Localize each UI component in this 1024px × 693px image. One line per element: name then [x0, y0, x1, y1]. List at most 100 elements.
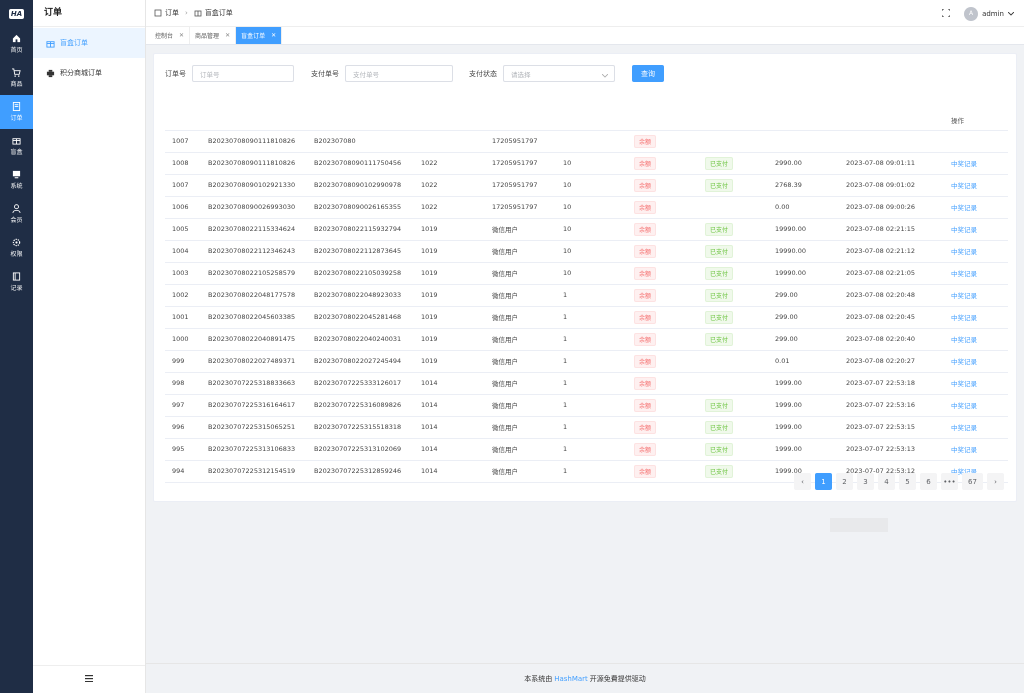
cell-text: 1999.00: [775, 379, 802, 387]
cell-id: 994: [165, 460, 208, 483]
cell-phone: 微信用户: [492, 284, 563, 307]
page-button[interactable]: 5: [899, 473, 916, 490]
rail-item[interactable]: 首页: [0, 27, 33, 61]
rail-item[interactable]: 记录: [0, 265, 33, 299]
cell-text: 10: [563, 159, 572, 167]
cell-text: 0.00: [775, 203, 790, 211]
next-page-button[interactable]: ›: [987, 473, 1004, 490]
chevron-down-icon[interactable]: [1007, 10, 1015, 18]
page-button[interactable]: 3: [857, 473, 874, 490]
submenu-item-points-orders[interactable]: 积分商城订单: [33, 58, 145, 88]
cell-text: B20230708022115334624: [208, 225, 296, 233]
close-icon[interactable]: ✕: [271, 32, 276, 39]
order-icon: [12, 102, 21, 111]
cell-action: [951, 130, 1008, 153]
cell-amount: 19990.00: [775, 262, 846, 285]
paid-status-tag: 已支付: [705, 398, 734, 412]
cell-text: B20230708022040240031: [314, 335, 402, 343]
cell-text: B20230707225315065251: [208, 423, 296, 431]
win-record-link[interactable]: 中奖记录: [951, 292, 977, 300]
win-record-link[interactable]: 中奖记录: [951, 358, 977, 366]
collapse-menu-button[interactable]: [33, 665, 145, 693]
fullscreen-icon[interactable]: [941, 8, 951, 19]
cell-status: 余额: [634, 196, 705, 219]
cell-qty: 1: [563, 460, 634, 483]
tab-product-management[interactable]: 商品管理 ✕: [190, 27, 237, 44]
page-ellipsis[interactable]: •••: [941, 473, 958, 490]
search-button[interactable]: 查询: [632, 65, 664, 82]
rail-item[interactable]: 订单: [0, 95, 33, 129]
win-record-link[interactable]: 中奖记录: [951, 336, 977, 344]
close-icon[interactable]: ✕: [179, 32, 184, 39]
paid-status-tag: 已支付: [705, 332, 734, 346]
cell-text: 19990.00: [775, 225, 807, 233]
win-record-link[interactable]: 中奖记录: [951, 270, 977, 278]
footer-brand-link[interactable]: HashMart: [554, 675, 588, 683]
breadcrumb-item-current: 盲盒订单: [204, 9, 233, 17]
cell-action: 中奖记录: [951, 240, 1008, 263]
cell-text: B202307080: [314, 137, 356, 145]
cell-text: 1999.00: [775, 401, 802, 409]
last-page-button[interactable]: 67: [962, 473, 983, 490]
prev-page-button[interactable]: ‹: [794, 473, 811, 490]
win-record-link[interactable]: 中奖记录: [951, 380, 977, 388]
tab-blindbox-orders[interactable]: 盲盒订单 ✕: [236, 27, 283, 44]
cell-pay-no: B20230708022040240031: [314, 328, 421, 351]
close-icon[interactable]: ✕: [225, 32, 230, 39]
cell-pay-no: B20230708022112873645: [314, 240, 421, 263]
win-record-link[interactable]: 中奖记录: [951, 314, 977, 322]
win-record-link[interactable]: 中奖记录: [951, 160, 977, 168]
tab-dashboard[interactable]: 控制台 ✕: [150, 27, 191, 44]
rail-item[interactable]: 系统: [0, 163, 33, 197]
cell-paid: 已支付: [705, 460, 775, 483]
cell-action: 中奖记录: [951, 262, 1008, 285]
cell-qty: 1: [563, 284, 634, 307]
cell-text: B20230708090026993030: [208, 203, 296, 211]
page-button[interactable]: 2: [836, 473, 853, 490]
tab-label: 盲盒订单: [241, 33, 266, 40]
pay-method-tag: 余额: [634, 134, 657, 148]
app-logo[interactable]: HA: [0, 0, 33, 27]
home-icon: [12, 34, 21, 43]
win-record-link[interactable]: 中奖记录: [951, 424, 977, 432]
pay-no-input[interactable]: 支付单号: [345, 65, 453, 82]
order-no-input[interactable]: 订单号: [192, 65, 294, 82]
submenu-item-blindbox-orders[interactable]: 盲盒订单: [33, 28, 145, 58]
cell-paid: [705, 372, 775, 395]
cell-uid: 1014: [421, 460, 492, 483]
cell-text: 1014: [421, 379, 438, 387]
placeholder-block: [830, 518, 888, 532]
gear-icon: [12, 238, 21, 247]
win-record-link[interactable]: 中奖记录: [951, 446, 977, 454]
cell-text: 10: [563, 225, 572, 233]
win-record-link[interactable]: 中奖记录: [951, 402, 977, 410]
table-row: 996 B20230707225315065251 B202307072253155…: [165, 416, 1008, 439]
win-record-link[interactable]: 中奖记录: [951, 226, 977, 234]
cell-text: 1: [563, 467, 568, 475]
rail-item[interactable]: 会员: [0, 197, 33, 231]
book-icon: [12, 272, 21, 281]
page-button[interactable]: 4: [878, 473, 895, 490]
cell-pay-no: B20230708090102990978: [314, 174, 421, 197]
breadcrumb-item[interactable]: 订单: [165, 8, 179, 18]
cell-order-no: B20230707225313106833: [208, 438, 314, 461]
rail-item[interactable]: 盲盒: [0, 129, 33, 163]
cell-text: 999: [172, 357, 185, 365]
rail-item[interactable]: 权限: [0, 231, 33, 265]
page-button[interactable]: 1: [815, 473, 832, 490]
paid-status-tag: 已支付: [705, 420, 734, 434]
pay-method-tag: 余额: [634, 442, 657, 456]
rail-item[interactable]: 商品: [0, 61, 33, 95]
win-record-link[interactable]: 中奖记录: [951, 204, 977, 212]
pay-status-select[interactable]: 请选择: [503, 65, 615, 82]
cell-text: 2023-07-08 02:20:45: [846, 313, 916, 321]
cell-amount: 0.00: [775, 196, 846, 219]
username[interactable]: admin: [982, 10, 1004, 18]
win-record-link[interactable]: 中奖记录: [951, 248, 977, 256]
cell-text: 2023-07-07 22:53:15: [846, 423, 916, 431]
page-button[interactable]: 6: [920, 473, 937, 490]
cell-status: 余额: [634, 130, 705, 153]
win-record-link[interactable]: 中奖记录: [951, 182, 977, 190]
cell-phone: 微信用户: [492, 350, 563, 373]
avatar[interactable]: A: [964, 6, 979, 21]
